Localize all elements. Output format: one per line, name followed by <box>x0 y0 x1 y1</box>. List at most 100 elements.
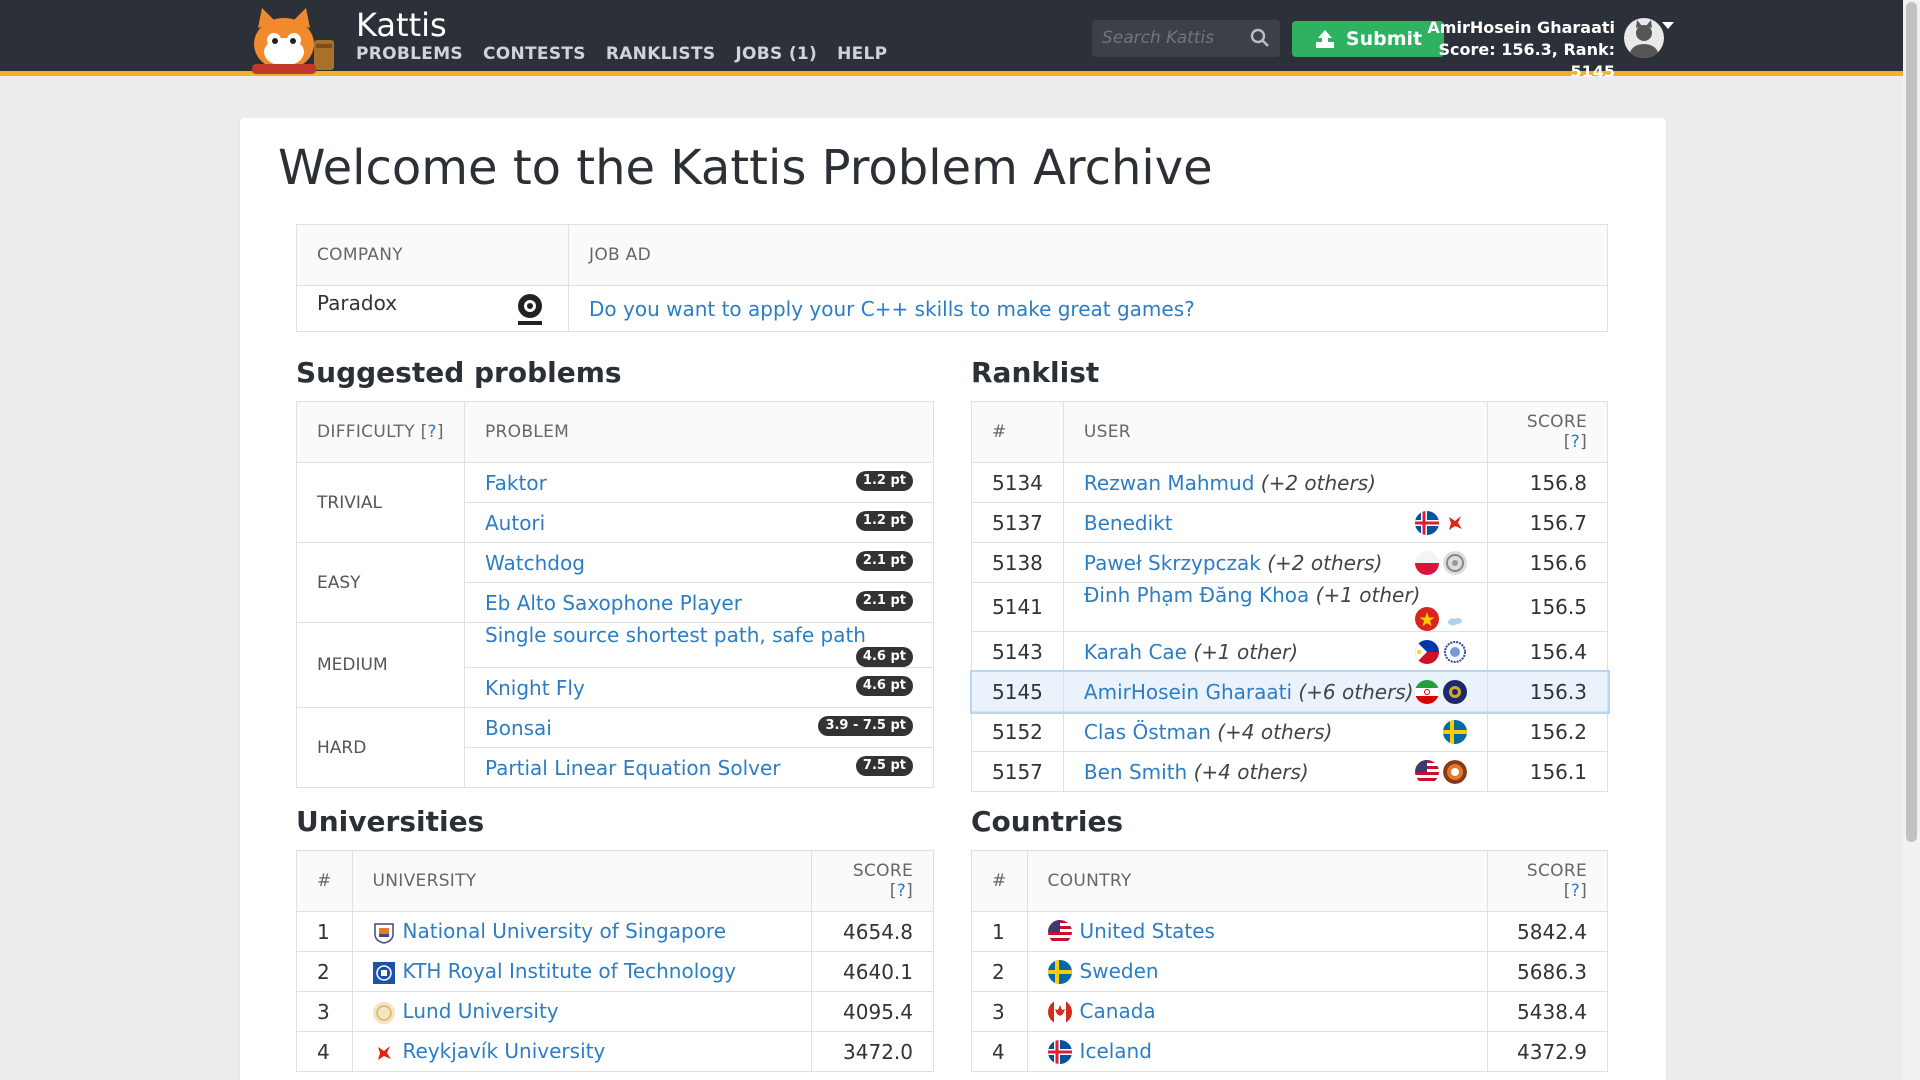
problem-link[interactable]: Bonsai <box>485 716 552 740</box>
suggested-heading: Suggested problems <box>296 356 622 389</box>
problem-link[interactable]: Autori <box>485 511 545 535</box>
iceland-flag-icon <box>1047 1040 1072 1065</box>
others-count[interactable]: (+2 others) <box>1261 471 1376 495</box>
user-stats: Score: 156.3, Rank: 5145 <box>1438 40 1615 81</box>
problem-link[interactable]: Watchdog <box>485 551 585 575</box>
country-link[interactable]: Iceland <box>1080 1039 1152 1063</box>
others-count[interactable]: (+1 other) <box>1193 640 1298 664</box>
others-count[interactable]: (+4 others) <box>1217 720 1332 744</box>
points-badge: 1.2 pt <box>855 470 913 491</box>
universities-table: # UNIVERSITY SCORE [?] 1 National Univers… <box>296 850 934 1072</box>
problem-link[interactable]: Faktor <box>485 471 547 495</box>
user-name: AmirHosein Gharaati <box>1427 18 1615 37</box>
paradox-logo-icon <box>518 293 542 325</box>
uni-orange-flag-icon[interactable] <box>1443 759 1467 784</box>
score-cell: 3472.0 <box>811 1031 934 1072</box>
col-score: SCORE [?] <box>1487 850 1608 912</box>
avatar[interactable] <box>1624 18 1664 58</box>
user-cell: Ben Smith (+4 others) <box>1062 751 1489 792</box>
points-badge: 2.1 pt <box>855 550 913 571</box>
page-scrollbar[interactable] <box>1903 0 1920 1080</box>
rank-cell: 4 <box>296 1031 353 1072</box>
suggested-table: DIFFICULTY [?] PROBLEM TRIVIAL Faktor 1.2… <box>296 401 934 788</box>
others-count[interactable]: (+2 others) <box>1267 551 1382 575</box>
search-box[interactable] <box>1092 20 1280 57</box>
university-cell: Reykjavík University <box>351 1031 813 1072</box>
col-score-label: SCORE <box>1526 412 1587 432</box>
user-link[interactable]: Ben Smith <box>1084 760 1187 784</box>
nav-ranklists[interactable]: RANKLISTS <box>606 44 716 64</box>
cloud-flag-icon[interactable] <box>1443 607 1467 631</box>
points-badge: 1.2 pt <box>855 510 913 531</box>
problem-link[interactable]: Knight Fly <box>485 676 585 700</box>
university-link[interactable]: Lund University <box>403 999 559 1023</box>
scrollbar-thumb[interactable] <box>1906 2 1917 842</box>
uni-seal-flag-icon[interactable] <box>1443 550 1467 575</box>
university-link[interactable]: National University of Singapore <box>403 919 726 943</box>
university-cell: National University of Singapore <box>351 911 813 952</box>
col-country: COUNTRY <box>1026 850 1489 912</box>
nav-contests[interactable]: CONTESTS <box>483 44 586 64</box>
others-count[interactable]: (+1 other) <box>1316 583 1421 607</box>
philippines-flag-icon[interactable] <box>1415 639 1439 664</box>
difficulty-help-link[interactable]: ? <box>428 422 437 442</box>
points-badge: 4.6 pt <box>855 647 913 667</box>
reykjavik-flag-icon[interactable] <box>1443 510 1467 535</box>
problem-link[interactable]: Eb Alto Saxophone Player <box>485 591 742 615</box>
lund-logo-icon <box>372 1001 395 1024</box>
difficulty-medium: MEDIUM <box>296 622 465 708</box>
iran-flag-icon[interactable] <box>1415 679 1439 704</box>
user-link[interactable]: AmirHosein Gharaati <box>1084 680 1292 704</box>
nav-jobs[interactable]: JOBS (1) <box>735 44 817 64</box>
brand-name[interactable]: Kattis <box>356 6 447 44</box>
vietnam-flag-icon[interactable] <box>1415 607 1439 631</box>
user-link[interactable]: Benedikt <box>1084 511 1173 535</box>
score-cell: 4372.9 <box>1487 1031 1608 1072</box>
score-cell: 5842.4 <box>1487 911 1608 952</box>
rank-cell: 5137 <box>971 502 1064 543</box>
nav-help[interactable]: HELP <box>837 44 887 64</box>
ru-logo-icon <box>372 1041 395 1064</box>
user-link[interactable]: Karah Cae <box>1084 640 1187 664</box>
usa-flag-icon[interactable] <box>1415 759 1439 784</box>
country-link[interactable]: Canada <box>1080 999 1156 1023</box>
user-info[interactable]: AmirHosein Gharaati Score: 156.3, Rank: … <box>1400 17 1615 83</box>
uni-square-flag-icon[interactable] <box>1443 679 1467 704</box>
problem-link[interactable]: Partial Linear Equation Solver <box>485 756 781 780</box>
kattis-logo[interactable] <box>242 6 342 76</box>
rank-cell: 5143 <box>971 631 1064 672</box>
uni-seal-blue-flag-icon[interactable] <box>1443 639 1467 664</box>
ranklist-row: 5157 Ben Smith (+4 others) 156.1 <box>971 751 1608 792</box>
search-input[interactable] <box>1102 28 1252 48</box>
nav-problems[interactable]: PROBLEMS <box>356 44 463 64</box>
iceland-flag-icon[interactable] <box>1415 510 1439 535</box>
table-row: EASY Watchdog 2.1 pt <box>296 542 934 623</box>
score-cell: 156.3 <box>1487 671 1608 712</box>
affiliation-flags <box>1415 607 1467 631</box>
user-link[interactable]: Rezwan Mahmud <box>1084 471 1255 495</box>
score-cell: 156.5 <box>1487 582 1608 632</box>
user-link[interactable]: Paweł Skrzypczak <box>1084 551 1261 575</box>
job-ad-link[interactable]: Do you want to apply your C++ skills to … <box>589 297 1195 321</box>
country-link[interactable]: United States <box>1080 919 1215 943</box>
score-help-link[interactable]: ? <box>1571 881 1580 901</box>
university-row: 2 KTH Royal Institute of Technology 4640.1 <box>296 951 934 992</box>
university-link[interactable]: KTH Royal Institute of Technology <box>403 959 737 983</box>
score-cell: 5686.3 <box>1487 951 1608 992</box>
country-link[interactable]: Sweden <box>1080 959 1159 983</box>
search-icon[interactable] <box>1250 28 1270 48</box>
ranklist-row: 5145 AmirHosein Gharaati (+6 others) 156.3 <box>969 669 1610 714</box>
others-count[interactable]: (+6 others) <box>1298 680 1413 704</box>
score-help-link[interactable]: ? <box>1571 432 1580 452</box>
problem-link[interactable]: Single source shortest path, safe path <box>485 623 866 647</box>
score-help-link[interactable]: ? <box>897 881 906 901</box>
table-row: TRIVIAL Faktor 1.2 pt <box>296 462 934 543</box>
poland-flag-icon[interactable] <box>1415 550 1439 575</box>
sweden-flag-icon[interactable] <box>1443 719 1467 744</box>
user-menu-caret-icon[interactable] <box>1662 22 1674 29</box>
university-link[interactable]: Reykjavík University <box>403 1039 606 1063</box>
user-link[interactable]: Đinh Phạm Đăng Khoa <box>1084 583 1309 607</box>
others-count[interactable]: (+4 others) <box>1194 760 1309 784</box>
user-link[interactable]: Clas Östman <box>1084 720 1211 744</box>
col-rank: # <box>971 850 1028 912</box>
